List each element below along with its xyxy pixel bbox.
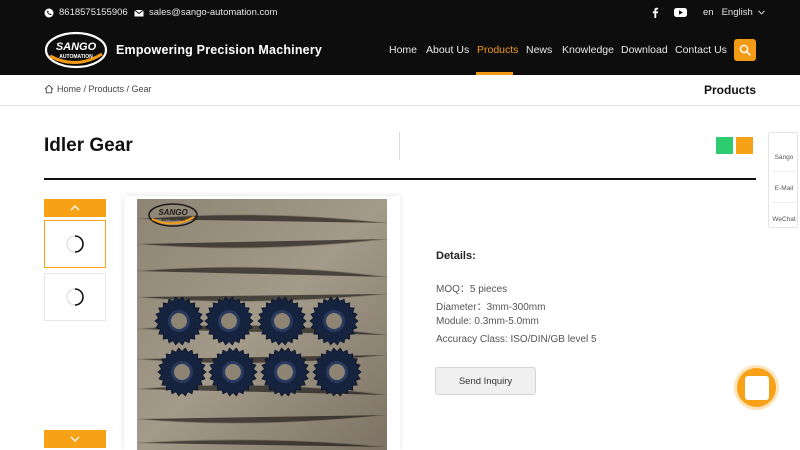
- section-title: Products: [703, 83, 756, 97]
- email-address: sales@sango-automation.com: [149, 7, 278, 18]
- language-code: en: [703, 7, 714, 18]
- side-item-sango[interactable]: Sango: [769, 154, 799, 161]
- phone-number: 8618575155906: [59, 7, 128, 18]
- thumb-prev-button[interactable]: [44, 199, 106, 217]
- gear-bore: [274, 313, 290, 329]
- side-contact-panel: Sango E-Mail WeChat: [768, 132, 798, 228]
- main-nav-row: SANGO AUTOMATION Empowering Precision Ma…: [0, 26, 800, 75]
- sango-logo[interactable]: SANGO AUTOMATION: [44, 30, 108, 70]
- thumbnail-1[interactable]: [44, 220, 106, 268]
- details-heading: Details:: [436, 250, 476, 262]
- chevron-down-icon: [70, 436, 80, 442]
- thumbnail-2[interactable]: [44, 273, 106, 321]
- spec-moq: MOQ：5 pieces: [436, 284, 508, 295]
- nav-news[interactable]: News: [526, 44, 552, 56]
- loading-spinner-icon: [66, 288, 84, 306]
- search-icon: [739, 44, 751, 56]
- breadcrumb-path: Home / Products / Gear: [57, 84, 152, 94]
- language-selector[interactable]: en English: [703, 7, 765, 18]
- product-image-frame: SANGO AUTOMATION: [124, 196, 400, 450]
- youtube-icon[interactable]: [674, 8, 687, 17]
- home-icon: [44, 84, 54, 94]
- share-button-orange[interactable]: [736, 137, 753, 154]
- side-divider: [772, 202, 796, 203]
- side-divider: [772, 171, 796, 172]
- top-bar: 8618575155906 sales@sango-automation.com…: [0, 0, 800, 26]
- spec-diameter: Diameter：3mm-300mm: [436, 302, 546, 313]
- gear-bore: [174, 364, 190, 380]
- gear-bore: [225, 364, 241, 380]
- product-photo[interactable]: SANGO AUTOMATION: [137, 199, 387, 450]
- chevron-up-icon: [70, 205, 80, 211]
- svg-text:SANGO: SANGO: [158, 208, 188, 217]
- product-title: Idler Gear: [44, 135, 133, 156]
- nav-contact-us[interactable]: Contact Us: [675, 44, 727, 56]
- chat-icon: [744, 375, 769, 400]
- gear-bore: [171, 313, 187, 329]
- title-divider: [399, 132, 400, 160]
- share-button-green[interactable]: [716, 137, 733, 154]
- thumb-next-button[interactable]: [44, 430, 106, 448]
- spec-module: Module: 0.3mm-5.0mm: [436, 316, 539, 327]
- nav-products[interactable]: Products: [477, 44, 518, 56]
- facebook-icon[interactable]: [651, 7, 659, 18]
- logo-text-top: SANGO: [56, 41, 97, 53]
- nav-about-us[interactable]: About Us: [426, 44, 469, 56]
- search-button[interactable]: [734, 39, 756, 61]
- gear-bore: [326, 313, 342, 329]
- send-inquiry-button[interactable]: Send Inquiry: [435, 367, 536, 395]
- breadcrumb-bar: Home / Products / Gear Products: [0, 75, 800, 106]
- nav-home[interactable]: Home: [389, 44, 417, 56]
- logo-text-bottom: AUTOMATION: [59, 54, 93, 60]
- chevron-down-icon: [757, 10, 765, 15]
- svg-text:AUTOMATION: AUTOMATION: [161, 218, 185, 222]
- nav-download[interactable]: Download: [621, 44, 668, 56]
- side-item-wechat[interactable]: WeChat: [769, 216, 799, 223]
- whatsapp-icon: [44, 8, 54, 17]
- loading-spinner-icon: [66, 235, 84, 253]
- spec-accuracy: Accuracy Class: ISO/DIN/GB level 5: [436, 334, 597, 345]
- email-contact[interactable]: sales@sango-automation.com: [134, 7, 277, 18]
- gear-bore: [277, 364, 293, 380]
- language-label: English: [721, 7, 753, 18]
- gear-bore: [221, 313, 237, 329]
- breadcrumb[interactable]: Home / Products / Gear: [44, 84, 152, 94]
- nav-knowledge[interactable]: Knowledge: [562, 44, 614, 56]
- phone-contact[interactable]: 8618575155906: [44, 7, 128, 18]
- site-slogan: Empowering Precision Machinery: [116, 43, 323, 57]
- site-header: 8618575155906 sales@sango-automation.com…: [0, 0, 800, 75]
- title-rule: [44, 178, 756, 180]
- mail-icon: [134, 9, 144, 16]
- side-item-email[interactable]: E-Mail: [769, 185, 799, 192]
- chat-float-button[interactable]: [737, 368, 776, 407]
- gear-bore: [329, 364, 345, 380]
